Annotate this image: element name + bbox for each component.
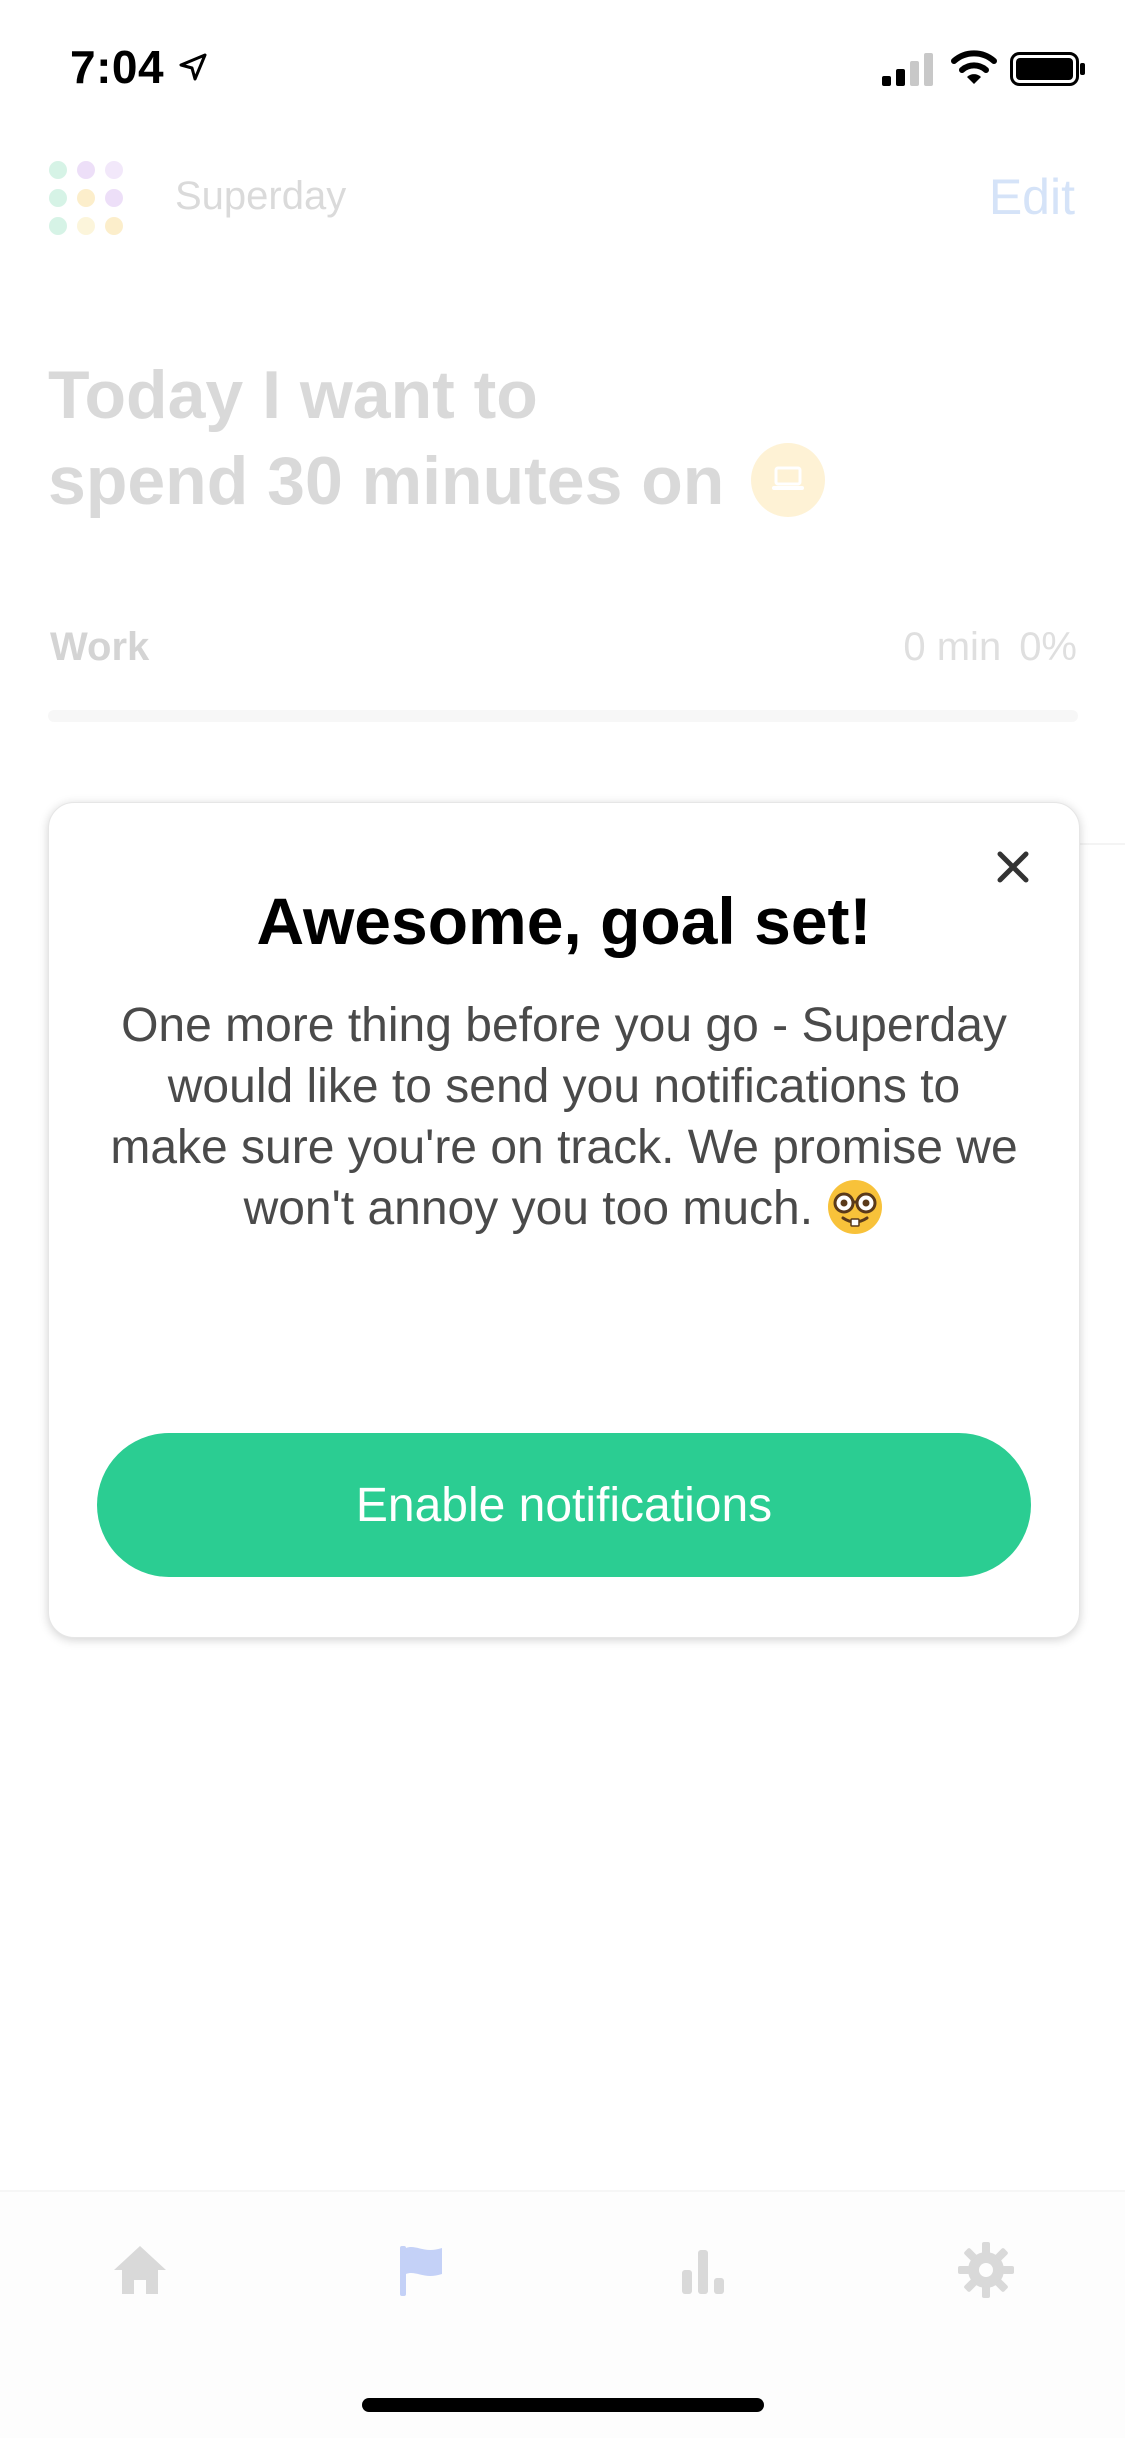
cellular-signal-icon — [882, 53, 933, 86]
goal-headline-line2: spend 30 minutes on — [48, 443, 725, 519]
modal-title: Awesome, goal set! — [256, 884, 872, 958]
superday-logo — [49, 161, 123, 235]
category-label: Work — [50, 625, 150, 669]
chart-icon[interactable] — [674, 2240, 734, 2300]
goal-headline-line2-wrap: spend 30 minutes on — [48, 438, 826, 524]
status-bar: 7:04 — [0, 0, 1125, 132]
divider — [1080, 843, 1125, 845]
home-indicator[interactable] — [362, 2398, 764, 2412]
enable-notifications-button[interactable]: Enable notifications — [97, 1433, 1031, 1577]
home-icon[interactable] — [110, 2240, 170, 2300]
wifi-icon — [951, 50, 997, 84]
notification-modal: Awesome, goal set! One more thing before… — [48, 802, 1080, 1638]
nerd-face-emoji — [828, 1180, 883, 1235]
flag-icon[interactable] — [392, 2240, 452, 2300]
status-time: 7:04 — [70, 41, 165, 93]
edit-button[interactable]: Edit — [989, 168, 1075, 226]
category-progress-bar — [48, 710, 1078, 722]
location-arrow-icon — [179, 53, 207, 81]
laptop-icon — [772, 466, 805, 491]
modal-body: One more thing before you go - Superday … — [109, 995, 1019, 1240]
gear-icon[interactable] — [956, 2240, 1016, 2300]
category-percent: 0% — [1019, 625, 1077, 669]
category-minutes: 0 min — [903, 625, 1002, 669]
goal-headline: Today I want to spend 30 minutes on — [48, 352, 826, 524]
battery-icon — [1010, 52, 1085, 86]
goal-category-badge[interactable] — [751, 443, 826, 518]
app-name: Superday — [175, 174, 347, 218]
category-stats: 0 min 0% — [885, 625, 1077, 670]
goal-headline-line1: Today I want to — [48, 357, 538, 433]
